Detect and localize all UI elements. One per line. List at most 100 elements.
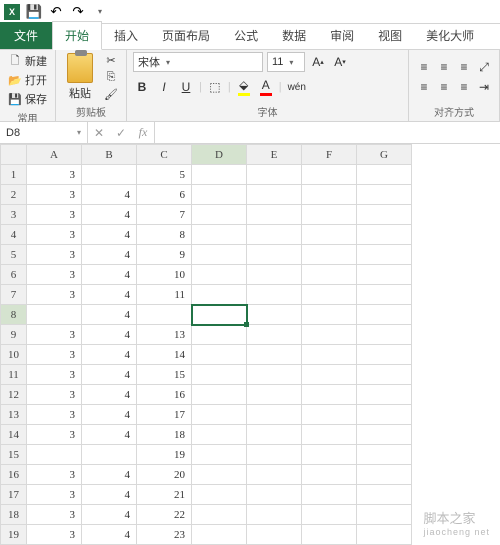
cell-E10[interactable] (247, 345, 302, 365)
cell-D12[interactable] (192, 385, 247, 405)
cell-C8[interactable] (137, 305, 192, 325)
cell-G19[interactable] (357, 525, 412, 545)
save-button[interactable]: 💾 (24, 3, 44, 21)
row-header-2[interactable]: 2 (1, 185, 27, 205)
cell-A18[interactable]: 3 (27, 505, 82, 525)
new-button[interactable]: 🗋新建 (6, 52, 49, 70)
cell-B11[interactable]: 4 (82, 365, 137, 385)
cell-D16[interactable] (192, 465, 247, 485)
cell-C14[interactable]: 18 (137, 425, 192, 445)
cell-B15[interactable] (82, 445, 137, 465)
cell-E15[interactable] (247, 445, 302, 465)
cell-D14[interactable] (192, 425, 247, 445)
cell-G6[interactable] (357, 265, 412, 285)
row-header-7[interactable]: 7 (1, 285, 27, 305)
col-header-G[interactable]: G (357, 145, 412, 165)
align-bottom-button[interactable]: ≡ (455, 58, 473, 76)
row-header-19[interactable]: 19 (1, 525, 27, 545)
row-header-14[interactable]: 14 (1, 425, 27, 445)
tab-data[interactable]: 数据 (270, 22, 318, 49)
cell-D15[interactable] (192, 445, 247, 465)
cell-G14[interactable] (357, 425, 412, 445)
cell-E3[interactable] (247, 205, 302, 225)
cell-D10[interactable] (192, 345, 247, 365)
cell-F19[interactable] (302, 525, 357, 545)
cell-E5[interactable] (247, 245, 302, 265)
insert-function-button[interactable]: fx (132, 125, 154, 140)
cell-B8[interactable]: 4 (82, 305, 137, 325)
cell-A11[interactable]: 3 (27, 365, 82, 385)
cell-A7[interactable]: 3 (27, 285, 82, 305)
cell-D11[interactable] (192, 365, 247, 385)
cell-E16[interactable] (247, 465, 302, 485)
cell-C9[interactable]: 13 (137, 325, 192, 345)
cell-A16[interactable]: 3 (27, 465, 82, 485)
cell-D13[interactable] (192, 405, 247, 425)
enter-formula-button[interactable]: ✓ (110, 126, 132, 140)
col-header-A[interactable]: A (27, 145, 82, 165)
cell-C5[interactable]: 9 (137, 245, 192, 265)
cell-G13[interactable] (357, 405, 412, 425)
cell-G11[interactable] (357, 365, 412, 385)
cell-A10[interactable]: 3 (27, 345, 82, 365)
cell-E12[interactable] (247, 385, 302, 405)
cell-G17[interactable] (357, 485, 412, 505)
tab-beauty[interactable]: 美化大师 (414, 22, 486, 49)
cell-G1[interactable] (357, 165, 412, 185)
undo-button[interactable]: ↶ (46, 3, 66, 21)
cell-G4[interactable] (357, 225, 412, 245)
redo-button[interactable]: ↷ (68, 3, 88, 21)
cell-B5[interactable]: 4 (82, 245, 137, 265)
align-right-button[interactable]: ≡ (455, 78, 473, 96)
cell-G18[interactable] (357, 505, 412, 525)
cell-D18[interactable] (192, 505, 247, 525)
cell-B6[interactable]: 4 (82, 265, 137, 285)
row-header-9[interactable]: 9 (1, 325, 27, 345)
phonetic-button[interactable]: wén (286, 78, 308, 96)
cell-B16[interactable]: 4 (82, 465, 137, 485)
cell-B1[interactable] (82, 165, 137, 185)
cell-C11[interactable]: 15 (137, 365, 192, 385)
cell-F14[interactable] (302, 425, 357, 445)
cell-A5[interactable]: 3 (27, 245, 82, 265)
tab-file[interactable]: 文件 (0, 22, 52, 49)
cell-A9[interactable]: 3 (27, 325, 82, 345)
cancel-formula-button[interactable]: ✕ (88, 126, 110, 140)
col-header-F[interactable]: F (302, 145, 357, 165)
row-header-12[interactable]: 12 (1, 385, 27, 405)
indent-button[interactable]: ⇥ (475, 78, 493, 96)
row-header-16[interactable]: 16 (1, 465, 27, 485)
cell-E13[interactable] (247, 405, 302, 425)
cell-G16[interactable] (357, 465, 412, 485)
open-button[interactable]: 📂打开 (6, 71, 49, 89)
cell-A14[interactable]: 3 (27, 425, 82, 445)
cell-C19[interactable]: 23 (137, 525, 192, 545)
row-header-15[interactable]: 15 (1, 445, 27, 465)
cell-C18[interactable]: 22 (137, 505, 192, 525)
cell-B19[interactable]: 4 (82, 525, 137, 545)
cell-F8[interactable] (302, 305, 357, 325)
name-box[interactable]: D8▾ (0, 122, 88, 143)
cell-F12[interactable] (302, 385, 357, 405)
col-header-E[interactable]: E (247, 145, 302, 165)
decrease-font-button[interactable]: A▾ (331, 53, 349, 71)
bold-button[interactable]: B (133, 78, 151, 96)
cell-A12[interactable]: 3 (27, 385, 82, 405)
cell-E17[interactable] (247, 485, 302, 505)
cell-F10[interactable] (302, 345, 357, 365)
cell-C4[interactable]: 8 (137, 225, 192, 245)
cell-B7[interactable]: 4 (82, 285, 137, 305)
cell-C16[interactable]: 20 (137, 465, 192, 485)
copy-button[interactable]: ⎘ (102, 69, 120, 85)
font-color-button[interactable]: A (257, 78, 275, 96)
cell-A6[interactable]: 3 (27, 265, 82, 285)
cell-G9[interactable] (357, 325, 412, 345)
cell-A8[interactable] (27, 305, 82, 325)
cell-A1[interactable]: 3 (27, 165, 82, 185)
tab-view[interactable]: 视图 (366, 22, 414, 49)
save-button2[interactable]: 💾保存 (6, 90, 49, 108)
cell-B4[interactable]: 4 (82, 225, 137, 245)
align-center-button[interactable]: ≡ (435, 78, 453, 96)
cell-D7[interactable] (192, 285, 247, 305)
cell-G7[interactable] (357, 285, 412, 305)
